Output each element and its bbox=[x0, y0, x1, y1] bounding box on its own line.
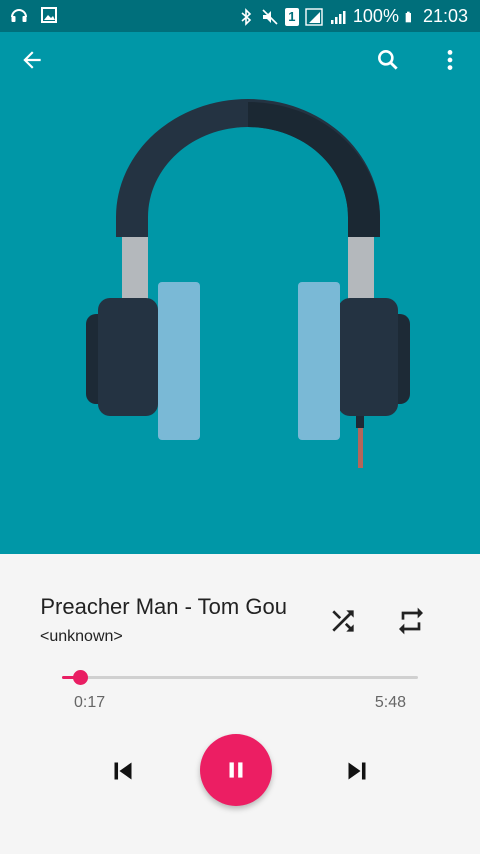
album-art-area bbox=[0, 32, 480, 554]
back-button[interactable] bbox=[8, 36, 56, 84]
arrow-back-icon bbox=[23, 51, 41, 69]
bluetooth-icon bbox=[241, 7, 252, 26]
notification-icons bbox=[10, 6, 58, 24]
more-vert-icon bbox=[447, 50, 453, 70]
player-panel: a Preacher Man - Tom Gou <unknown> 0:17 … bbox=[0, 554, 480, 854]
skip-next-icon bbox=[348, 762, 366, 780]
track-title: a Preacher Man - Tom Gou bbox=[40, 594, 287, 619]
image-notification-icon bbox=[41, 7, 57, 23]
next-button[interactable] bbox=[332, 746, 382, 796]
sim-slot-badge: 1 bbox=[284, 7, 299, 26]
clock: 21:03 bbox=[422, 6, 468, 26]
play-pause-button[interactable] bbox=[200, 734, 272, 806]
signal-h-icon bbox=[305, 7, 323, 26]
pause-icon bbox=[229, 762, 243, 778]
mute-icon bbox=[262, 8, 278, 25]
headphones-notification-icon bbox=[11, 9, 27, 22]
seek-bar-thumb[interactable] bbox=[72, 670, 88, 685]
system-status: 1 100% 21:03 bbox=[237, 6, 468, 27]
more-options-button[interactable] bbox=[426, 36, 474, 84]
repeat-button[interactable] bbox=[386, 596, 436, 646]
shuffle-button[interactable] bbox=[318, 596, 368, 646]
search-icon bbox=[378, 50, 398, 70]
search-button[interactable] bbox=[364, 36, 412, 84]
battery-icon bbox=[405, 11, 411, 22]
status-bar: 1 100% 21:03 bbox=[0, 0, 480, 32]
headphones-album-art-icon bbox=[86, 99, 410, 468]
elapsed-time: 0:17 bbox=[74, 694, 106, 711]
signal-strength-icon bbox=[330, 10, 346, 24]
track-artist: <unknown> bbox=[40, 628, 123, 645]
shuffle-icon bbox=[332, 610, 354, 632]
battery-percent: 100% bbox=[352, 6, 399, 26]
previous-button[interactable] bbox=[98, 746, 148, 796]
track-title-marquee: a Preacher Man - Tom Gou bbox=[40, 592, 308, 622]
repeat-icon bbox=[399, 607, 423, 635]
seek-bar[interactable] bbox=[62, 670, 418, 685]
skip-previous-icon bbox=[114, 762, 132, 780]
total-duration: 5:48 bbox=[374, 694, 406, 711]
